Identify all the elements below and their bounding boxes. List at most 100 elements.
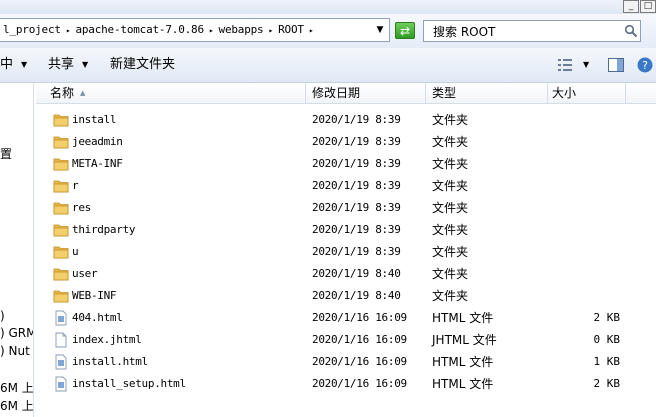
file-modified-date: 2020/1/19 8:39 [312,201,401,214]
file-size: 0 KB [593,333,621,346]
search-icon[interactable] [624,24,638,38]
file-name: u [72,245,79,258]
file-row[interactable]: u 2020/1/19 8:39 文件夹 [36,241,656,263]
file-size [556,197,620,219]
breadcrumb-separator-icon[interactable]: ▸ [268,26,273,35]
nav-item-fragment[interactable]: 6M 上 [0,397,33,414]
nav-item-fragment[interactable]: 置 [0,145,12,162]
file-type: 文件夹 [432,289,469,303]
organize-label: 中 [0,57,14,72]
view-details-icon[interactable] [556,56,574,74]
folder-icon [53,158,69,171]
file-type: HTML 文件 [432,311,494,325]
file-name: META-INF [72,157,123,170]
file-row[interactable]: thirdparty 2020/1/19 8:39 文件夹 [36,219,656,241]
column-header-name-label: 名称 [50,86,75,100]
address-history-dropdown[interactable]: ▼ [371,19,389,41]
file-size [556,241,620,263]
file-row[interactable]: install.html 2020/1/16 16:09 HTML 文件 1 KB [36,351,656,373]
file-row[interactable]: 404.html 2020/1/16 16:09 HTML 文件 2 KB [36,307,656,329]
file-size: 2 KB [593,311,621,324]
file-modified-date: 2020/1/19 8:39 [312,223,401,236]
file-modified-date: 2020/1/16 16:09 [312,377,407,390]
nav-item-fragment[interactable]: ) [0,309,5,323]
file-size [556,109,620,131]
folder-icon [53,290,69,303]
nav-item-fragment[interactable]: ) Nut [0,344,30,358]
file-name: WEB-INF [72,289,117,302]
file-name: install.html [72,355,148,368]
file-modified-date: 2020/1/19 8:39 [312,179,401,192]
file-modified-date: 2020/1/16 16:09 [312,333,407,346]
breadcrumb-separator-icon[interactable]: ▸ [209,26,214,35]
file-row[interactable]: install_setup.html 2020/1/16 16:09 HTML 文件… [36,373,656,395]
folder-icon [53,268,69,281]
breadcrumb-separator-icon[interactable]: ▸ [66,26,71,35]
refresh-icon: ⇄ [399,24,411,38]
folder-icon [53,246,69,259]
file-row[interactable]: index.jhtml 2020/1/16 16:09 JHTML 文件 0 KB [36,329,656,351]
new-folder-button[interactable]: 新建文件夹 [110,48,175,82]
file-name: 404.html [72,311,123,324]
file-type: 文件夹 [432,267,469,281]
column-header-name[interactable]: 名称 ▲ [36,83,306,103]
address-bar[interactable]: l_project ▸ apache-tomcat-7.0.86 ▸ webapps ▸ R… [0,18,390,42]
column-header-size[interactable]: 大小 [548,83,626,103]
minimize-button[interactable]: _ [623,0,639,13]
breadcrumb-item[interactable]: l_project [3,23,61,36]
file-size [556,131,620,153]
search-input[interactable] [424,21,623,41]
file-row[interactable]: user 2020/1/19 8:40 文件夹 [36,263,656,285]
refresh-button[interactable]: ⇄ [395,22,415,39]
file-row[interactable]: r 2020/1/19 8:39 文件夹 [36,175,656,197]
file-type: 文件夹 [432,179,469,193]
nav-item-fragment[interactable]: 6M 上 [0,379,33,396]
breadcrumb-separator-icon[interactable]: ▸ [309,26,314,35]
file-size: 2 KB [593,377,621,390]
file-list: install 2020/1/19 8:39 文件夹 jeeadmin 2020/1/… [36,109,656,395]
file-name: thirdparty [72,223,136,236]
html-file-icon [55,354,67,370]
file-type: 文件夹 [432,245,469,259]
navigation-pane[interactable]: 置 ) ) GRM ) Nut 6M 上 6M 上 [0,83,34,417]
file-row[interactable]: install 2020/1/19 8:39 文件夹 [36,109,656,131]
file-row[interactable]: WEB-INF 2020/1/19 8:40 文件夹 [36,285,656,307]
view-options-chevron-icon[interactable]: ▼ [583,48,589,82]
maximize-button[interactable]: □ [640,0,656,13]
breadcrumb-item[interactable]: ROOT [278,23,304,36]
file-modified-date: 2020/1/16 16:09 [312,311,407,324]
command-toolbar: 中 ▼ 共享 ▼ 新建文件夹 ▼ ? [0,48,656,83]
search-box[interactable] [423,20,641,42]
file-row[interactable]: jeeadmin 2020/1/19 8:39 文件夹 [36,131,656,153]
file-type: HTML 文件 [432,355,494,369]
folder-icon [53,180,69,193]
folder-icon [53,136,69,149]
file-size [556,263,620,285]
file-row[interactable]: res 2020/1/19 8:39 文件夹 [36,197,656,219]
file-size: 1 KB [593,355,621,368]
chevron-down-icon: ▼ [21,60,28,69]
file-name: res [72,201,91,214]
file-size [556,285,620,307]
file-modified-date: 2020/1/19 8:39 [312,157,401,170]
file-type: 文件夹 [432,113,469,127]
preview-pane-icon[interactable] [607,56,625,74]
breadcrumb-item[interactable]: apache-tomcat-7.0.86 [75,23,204,36]
share-menu[interactable]: 共享 ▼ [48,48,88,82]
file-name: user [72,267,98,280]
html-file-icon [55,310,67,326]
help-icon[interactable]: ? [636,56,654,74]
file-type: 文件夹 [432,135,469,149]
file-row[interactable]: META-INF 2020/1/19 8:39 文件夹 [36,153,656,175]
column-header-modified[interactable]: 修改日期 [306,83,426,103]
file-modified-date: 2020/1/19 8:39 [312,245,401,258]
file-name: install_setup.html [72,377,186,390]
breadcrumb-item[interactable]: webapps [219,23,264,36]
folder-icon [53,224,69,237]
nav-item-fragment[interactable]: ) GRM [0,326,33,340]
column-header-type[interactable]: 类型 [426,83,548,103]
file-name: install [72,113,117,126]
file-type: 文件夹 [432,223,469,237]
window-controls: _ □ [622,0,656,13]
organize-menu[interactable]: 中 ▼ [0,48,27,82]
